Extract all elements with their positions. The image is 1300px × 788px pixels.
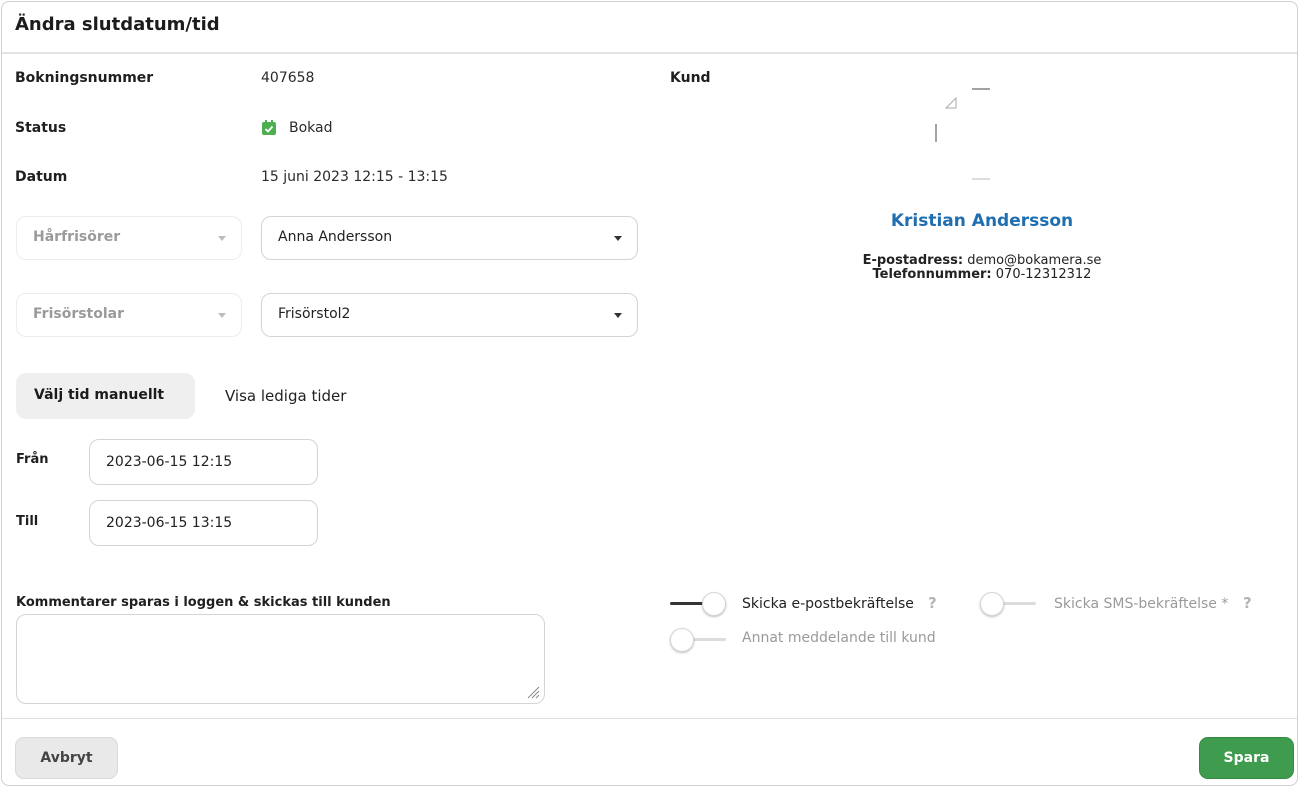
dialog-header: Ändra slutdatum/tid xyxy=(2,2,1297,54)
to-label: Till xyxy=(16,514,39,529)
dialog-title: Ändra slutdatum/tid xyxy=(15,14,220,35)
customer-email: demo@bokamera.se xyxy=(967,253,1102,268)
email-confirmation-toggle[interactable] xyxy=(670,592,726,616)
tab-available-times[interactable]: Visa lediga tider xyxy=(225,387,346,405)
customer-phone-line: Telefonnummer: 070-12312312 xyxy=(782,268,1182,281)
save-button[interactable]: Spara xyxy=(1199,737,1294,779)
hairdresser-select[interactable]: Anna Andersson xyxy=(261,216,638,260)
calendar-check-icon xyxy=(262,120,276,135)
chevron-down-icon xyxy=(218,236,226,241)
avatar xyxy=(935,88,990,180)
phone-label: Telefonnummer: xyxy=(872,267,992,282)
to-datetime-input[interactable]: 2023-06-15 13:15 xyxy=(89,500,318,546)
other-message-label: Annat meddelande till kund xyxy=(742,630,936,646)
resource-type-select-chairs: Frisörstolar xyxy=(16,293,242,337)
date-label: Datum xyxy=(15,169,68,185)
from-label: Från xyxy=(16,452,49,467)
sms-confirmation-toggle[interactable] xyxy=(980,592,1036,616)
email-confirmation-label: Skicka e-postbekräftelse xyxy=(742,596,914,612)
resize-handle-icon[interactable] xyxy=(526,685,540,699)
date-value: 15 juni 2023 12:15 - 13:15 xyxy=(261,169,448,185)
chair-select[interactable]: Frisörstol2 xyxy=(261,293,638,337)
tab-manual-time[interactable]: Välj tid manuellt xyxy=(16,373,195,419)
help-icon[interactable]: ? xyxy=(928,594,937,612)
comment-label: Kommentarer sparas i loggen & skickas ti… xyxy=(16,595,391,610)
other-message-toggle[interactable] xyxy=(670,628,726,652)
customer-email-line: E-postadress: demo@bokamera.se xyxy=(782,254,1182,267)
customer-label: Kund xyxy=(670,70,711,86)
help-icon[interactable]: ? xyxy=(1243,594,1252,612)
status-value: Bokad xyxy=(289,120,333,136)
status-label: Status xyxy=(15,120,67,136)
customer-name[interactable]: Kristian Andersson xyxy=(882,211,1082,231)
booking-number-label: Bokningsnummer xyxy=(15,70,154,86)
chevron-down-icon xyxy=(614,236,622,241)
chevron-down-icon xyxy=(218,313,226,318)
edit-booking-dialog: Ändra slutdatum/tid Bokningsnummer 40765… xyxy=(1,1,1298,786)
sms-confirmation-label: Skicka SMS-bekräftelse * xyxy=(1054,596,1229,612)
comment-textarea[interactable] xyxy=(16,614,545,704)
from-datetime-input[interactable]: 2023-06-15 12:15 xyxy=(89,439,318,485)
resource-type-select-hairdressers: Hårfrisörer xyxy=(16,216,242,260)
cancel-button[interactable]: Avbryt xyxy=(15,737,118,779)
booking-number-value: 407658 xyxy=(261,70,315,86)
customer-phone: 070-12312312 xyxy=(995,267,1092,282)
email-label: E-postadress: xyxy=(862,253,964,268)
chevron-down-icon xyxy=(614,313,622,318)
footer-divider xyxy=(2,718,1297,719)
